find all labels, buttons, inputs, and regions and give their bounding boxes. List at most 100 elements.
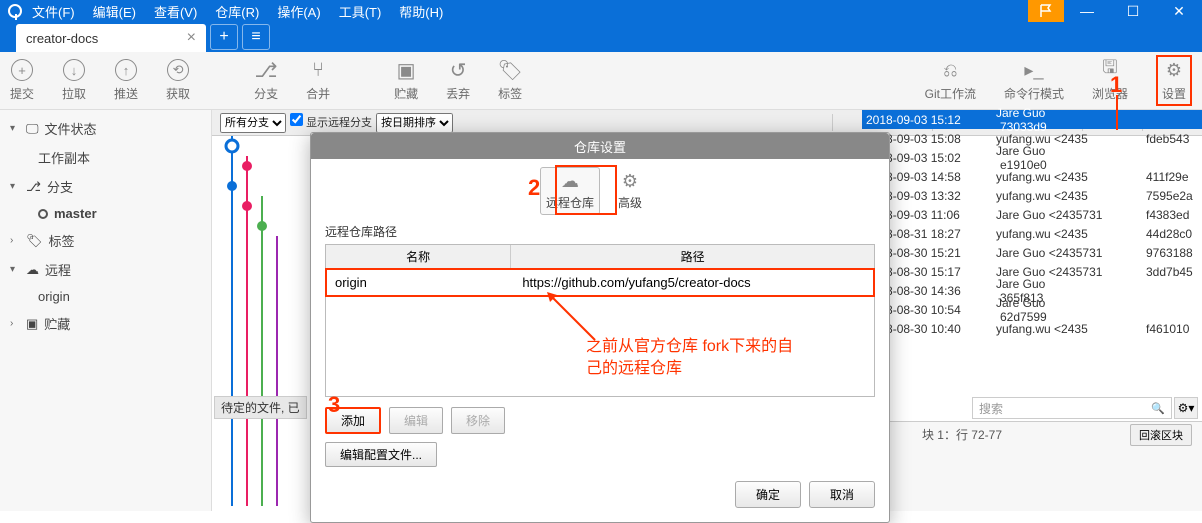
branch-icon: ⎇	[26, 179, 41, 195]
remove-button[interactable]: 移除	[451, 407, 505, 434]
fetch-icon: ⟲	[167, 59, 189, 81]
dot-icon	[38, 209, 48, 219]
main-menu: 文件(F) 编辑(E) 查看(V) 仓库(R) 操作(A) 工具(T) 帮助(H…	[32, 2, 443, 21]
flag-icon[interactable]	[1028, 0, 1064, 22]
window-close[interactable]: ✕	[1156, 0, 1202, 22]
commit-row[interactable]: 2018-09-03 15:02Jare Guo e1910e0	[862, 148, 1202, 167]
new-tab-button[interactable]: +	[210, 24, 238, 50]
commit-row[interactable]: 2018-09-03 15:12Jare Guo 73033d9	[862, 110, 1202, 129]
branch-filter[interactable]: 所有分支	[220, 113, 286, 133]
sidebar-stashes[interactable]: ›▣贮藏	[0, 309, 211, 338]
gear-icon: ⚙	[622, 171, 638, 192]
sidebar-branches[interactable]: ▾⎇分支	[0, 172, 211, 201]
menu-help[interactable]: 帮助(H)	[399, 2, 443, 21]
plus-icon: +	[11, 59, 33, 81]
remote-path: https://github.com/yufang5/creator-docs	[514, 270, 873, 295]
merge-icon: ⑂	[307, 59, 329, 81]
browser-button[interactable]: 🖫浏览器	[1092, 59, 1128, 102]
terminal-icon: ▸_	[1023, 59, 1045, 81]
menu-tool[interactable]: 工具(T)	[339, 2, 382, 21]
gitflow-icon: ⎌	[939, 59, 961, 81]
merge-button[interactable]: ⑂合并	[306, 59, 330, 102]
cloud-icon: ☁	[561, 171, 579, 192]
tag-icon: 🏷	[499, 59, 521, 81]
search-input[interactable]: 搜索	[972, 397, 1172, 419]
repo-tab[interactable]: creator-docs ×	[16, 24, 206, 52]
commit-list: 2018-09-03 15:12Jare Guo 73033d9 2018-09-…	[862, 110, 1202, 338]
branch-icon: ⎇	[255, 59, 277, 81]
up-icon: ↑	[115, 59, 137, 81]
tag-icon: 🏷	[26, 233, 43, 249]
gitflow-button[interactable]: ⎌Git工作流	[925, 59, 976, 102]
commit-row[interactable]: 2018-08-30 10:40yufang.wu <2435f461010	[862, 319, 1202, 338]
tab-remote[interactable]: ☁ 远程仓库	[540, 167, 600, 215]
monitor-icon: 🖵	[26, 121, 39, 137]
commit-graph	[212, 136, 312, 506]
tag-button[interactable]: 🏷标签	[498, 59, 522, 102]
col-path: 路径	[511, 245, 874, 268]
edit-config-button[interactable]: 编辑配置文件...	[325, 442, 437, 467]
titlebar: 文件(F) 编辑(E) 查看(V) 仓库(R) 操作(A) 工具(T) 帮助(H…	[0, 0, 1202, 22]
discard-icon: ↺	[447, 59, 469, 81]
discard-button[interactable]: ↺丢弃	[446, 59, 470, 102]
tab-label: creator-docs	[26, 31, 98, 46]
remote-name: origin	[327, 270, 514, 295]
commit-row[interactable]: 2018-09-03 13:32yufang.wu <24357595e2a	[862, 186, 1202, 205]
sidebar-remotes[interactable]: ▾☁远程	[0, 255, 211, 284]
app-logo-icon	[8, 4, 22, 18]
tab-menu-button[interactable]: ≡	[242, 24, 270, 50]
menu-repo[interactable]: 仓库(R)	[215, 2, 259, 21]
staged-files-label: 待定的文件, 已	[214, 396, 307, 419]
commit-row[interactable]: 2018-08-30 10:54Jare Guo 62d7599	[862, 300, 1202, 319]
menu-edit[interactable]: 编辑(E)	[93, 2, 136, 21]
sidebar-tags[interactable]: ›🏷标签	[0, 226, 211, 255]
commit-row[interactable]: 2018-09-03 14:58yufang.wu <2435411f29e	[862, 167, 1202, 186]
sidebar-master[interactable]: master	[0, 201, 211, 226]
show-remote-checkbox[interactable]: 显示远程分支	[290, 113, 372, 133]
commit-button[interactable]: +提交	[10, 59, 34, 102]
dialog-title: 仓库设置	[311, 133, 889, 159]
cancel-button[interactable]: 取消	[809, 481, 875, 508]
window-minimize[interactable]: —	[1064, 0, 1110, 22]
revert-hunk-button[interactable]: 回滚区块	[1130, 424, 1192, 446]
toolbar: +提交 ↓拉取 ↑推送 ⟲获取 ⎇分支 ⑂合并 ▣贮藏 ↺丢弃 🏷标签 ⎌Git…	[0, 52, 1202, 110]
commit-row[interactable]: 2018-08-31 18:27yufang.wu <243544d28c0	[862, 224, 1202, 243]
col-name: 名称	[326, 245, 511, 268]
sidebar-origin[interactable]: origin	[0, 284, 211, 309]
branch-button[interactable]: ⎇分支	[254, 59, 278, 102]
menu-action[interactable]: 操作(A)	[277, 2, 320, 21]
push-button[interactable]: ↑推送	[114, 59, 138, 102]
stash-icon: ▣	[26, 316, 38, 332]
settings-button[interactable]: ⚙设置	[1156, 55, 1192, 106]
tab-close-icon[interactable]: ×	[187, 29, 196, 47]
down-icon: ↓	[63, 59, 85, 81]
save-icon: 🖫	[1099, 59, 1121, 81]
sidebar-workcopy[interactable]: 工作副本	[0, 143, 211, 172]
ok-button[interactable]: 确定	[735, 481, 801, 508]
tab-bar: creator-docs × + ≡	[0, 22, 1202, 52]
cli-button[interactable]: ▸_命令行模式	[1004, 59, 1064, 102]
edit-button[interactable]: 编辑	[389, 407, 443, 434]
repo-settings-dialog: 仓库设置 ☁ 远程仓库 ⚙ 高级 远程仓库路径 名称 路径 origin htt…	[310, 132, 890, 523]
list-settings-button[interactable]: ⚙▾	[1174, 397, 1198, 419]
menu-file[interactable]: 文件(F)	[32, 2, 75, 21]
hunk-info: 块 1：行 72-77	[922, 426, 1002, 443]
menu-view[interactable]: 查看(V)	[154, 2, 197, 21]
sidebar: ▾🖵文件状态 工作副本 ▾⎇分支 master ›🏷标签 ▾☁远程 origin…	[0, 110, 212, 511]
gear-icon: ⚙	[1163, 59, 1185, 81]
remote-row[interactable]: origin https://github.com/yufang5/creato…	[325, 268, 875, 297]
commit-row[interactable]: 2018-08-30 15:21Jare Guo <24357319763188	[862, 243, 1202, 262]
remote-path-label: 远程仓库路径	[325, 223, 875, 240]
window-maximize[interactable]: ☐	[1110, 0, 1156, 22]
remote-table: 名称 路径 origin https://github.com/yufang5/…	[325, 244, 875, 297]
sidebar-filestatus[interactable]: ▾🖵文件状态	[0, 114, 211, 143]
fetch-button[interactable]: ⟲获取	[166, 59, 190, 102]
sort-filter[interactable]: 按日期排序	[376, 113, 453, 133]
add-button[interactable]: 添加	[325, 407, 381, 434]
stash-button[interactable]: ▣贮藏	[394, 59, 418, 102]
pull-button[interactable]: ↓拉取	[62, 59, 86, 102]
cloud-icon: ☁	[26, 262, 39, 278]
stash-icon: ▣	[395, 59, 417, 81]
tab-advanced[interactable]: ⚙ 高级	[600, 167, 660, 215]
commit-row[interactable]: 2018-09-03 11:06Jare Guo <2435731f4383ed	[862, 205, 1202, 224]
